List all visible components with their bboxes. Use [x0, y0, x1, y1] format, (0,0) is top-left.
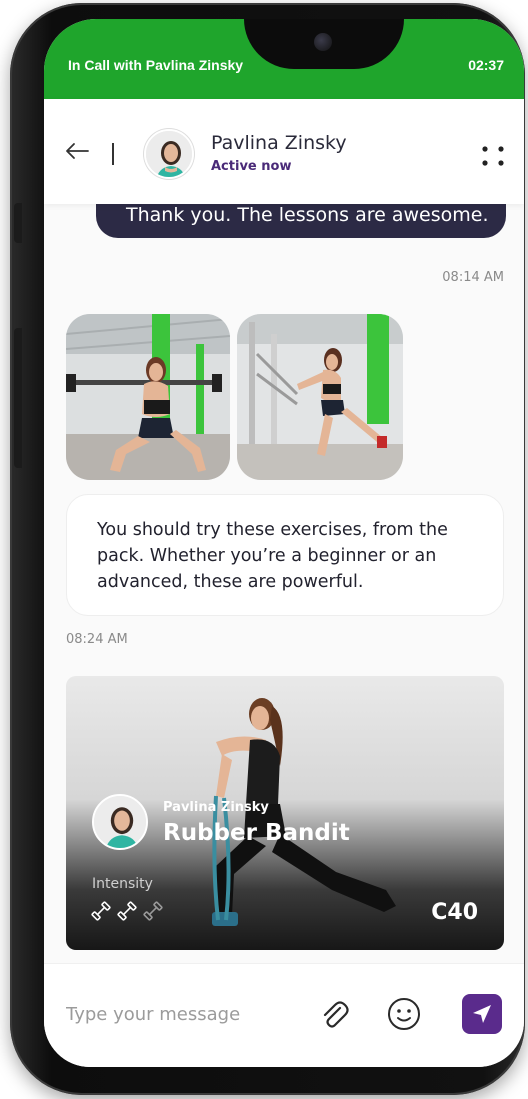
contact-status: Active now [211, 159, 292, 174]
workout-title: Rubber Bandit [163, 820, 350, 846]
phone-side-button [14, 203, 22, 243]
received-message-time: 08:24 AM [66, 632, 128, 647]
smiley-icon [388, 998, 420, 1030]
front-camera-icon [314, 33, 332, 51]
cable-photo-illustration [237, 314, 403, 480]
phone-screen: In Call with Pavlina Zinsky 02:37 Pavlin… [44, 19, 524, 1067]
call-banner[interactable]: In Call with Pavlina Zinsky 02:37 [44, 19, 524, 99]
workout-code: C40 [431, 900, 478, 925]
cable-exercise-photo[interactable] [237, 314, 403, 480]
workout-author-avatar [92, 794, 148, 850]
intensity-label: Intensity [92, 876, 153, 892]
camera-notch [244, 19, 404, 69]
avatar-portrait-icon [146, 131, 192, 177]
dumbbell-icon-inactive [143, 901, 163, 921]
sent-message-text: Thank you. The lessons are awesome. [126, 204, 489, 226]
call-banner-label: In Call with Pavlina Zinsky [68, 57, 244, 73]
header-divider [112, 143, 114, 165]
workout-card[interactable]: Pavlina Zinsky Rubber Bandit Intensity C… [66, 676, 504, 950]
chat-header: Pavlina Zinsky Active now [44, 99, 524, 204]
squat-photo-illustration [66, 314, 230, 480]
more-dots-icon[interactable] [478, 141, 508, 171]
send-icon [473, 1005, 491, 1023]
message-list[interactable]: Thank you. The lessons are awesome. 08:1… [44, 204, 524, 956]
received-message-text: You should try these exercises, from the… [97, 520, 448, 592]
paperclip-icon [323, 1001, 349, 1028]
contact-avatar[interactable] [144, 129, 194, 179]
back-arrow-icon[interactable] [64, 141, 90, 161]
message-composer [44, 963, 524, 1067]
message-input[interactable] [64, 1000, 304, 1028]
intensity-rating [90, 900, 164, 922]
sent-message-time: 08:14 AM [442, 270, 504, 285]
workout-author-name: Pavlina Zinsky [163, 800, 269, 815]
contact-name: Pavlina Zinsky [211, 132, 347, 154]
dumbbell-icon [91, 901, 111, 921]
phone-volume-button [14, 328, 22, 468]
emoji-button[interactable] [386, 996, 422, 1032]
phone-frame: In Call with Pavlina Zinsky 02:37 Pavlin… [10, 3, 525, 1095]
dumbbell-icon [117, 901, 137, 921]
received-message-bubble[interactable]: You should try these exercises, from the… [66, 494, 504, 616]
call-duration: 02:37 [468, 57, 504, 73]
send-button[interactable] [462, 994, 502, 1034]
sent-message-bubble[interactable]: Thank you. The lessons are awesome. [96, 204, 506, 238]
attach-button[interactable] [316, 996, 352, 1032]
squat-exercise-photo[interactable] [66, 314, 230, 480]
